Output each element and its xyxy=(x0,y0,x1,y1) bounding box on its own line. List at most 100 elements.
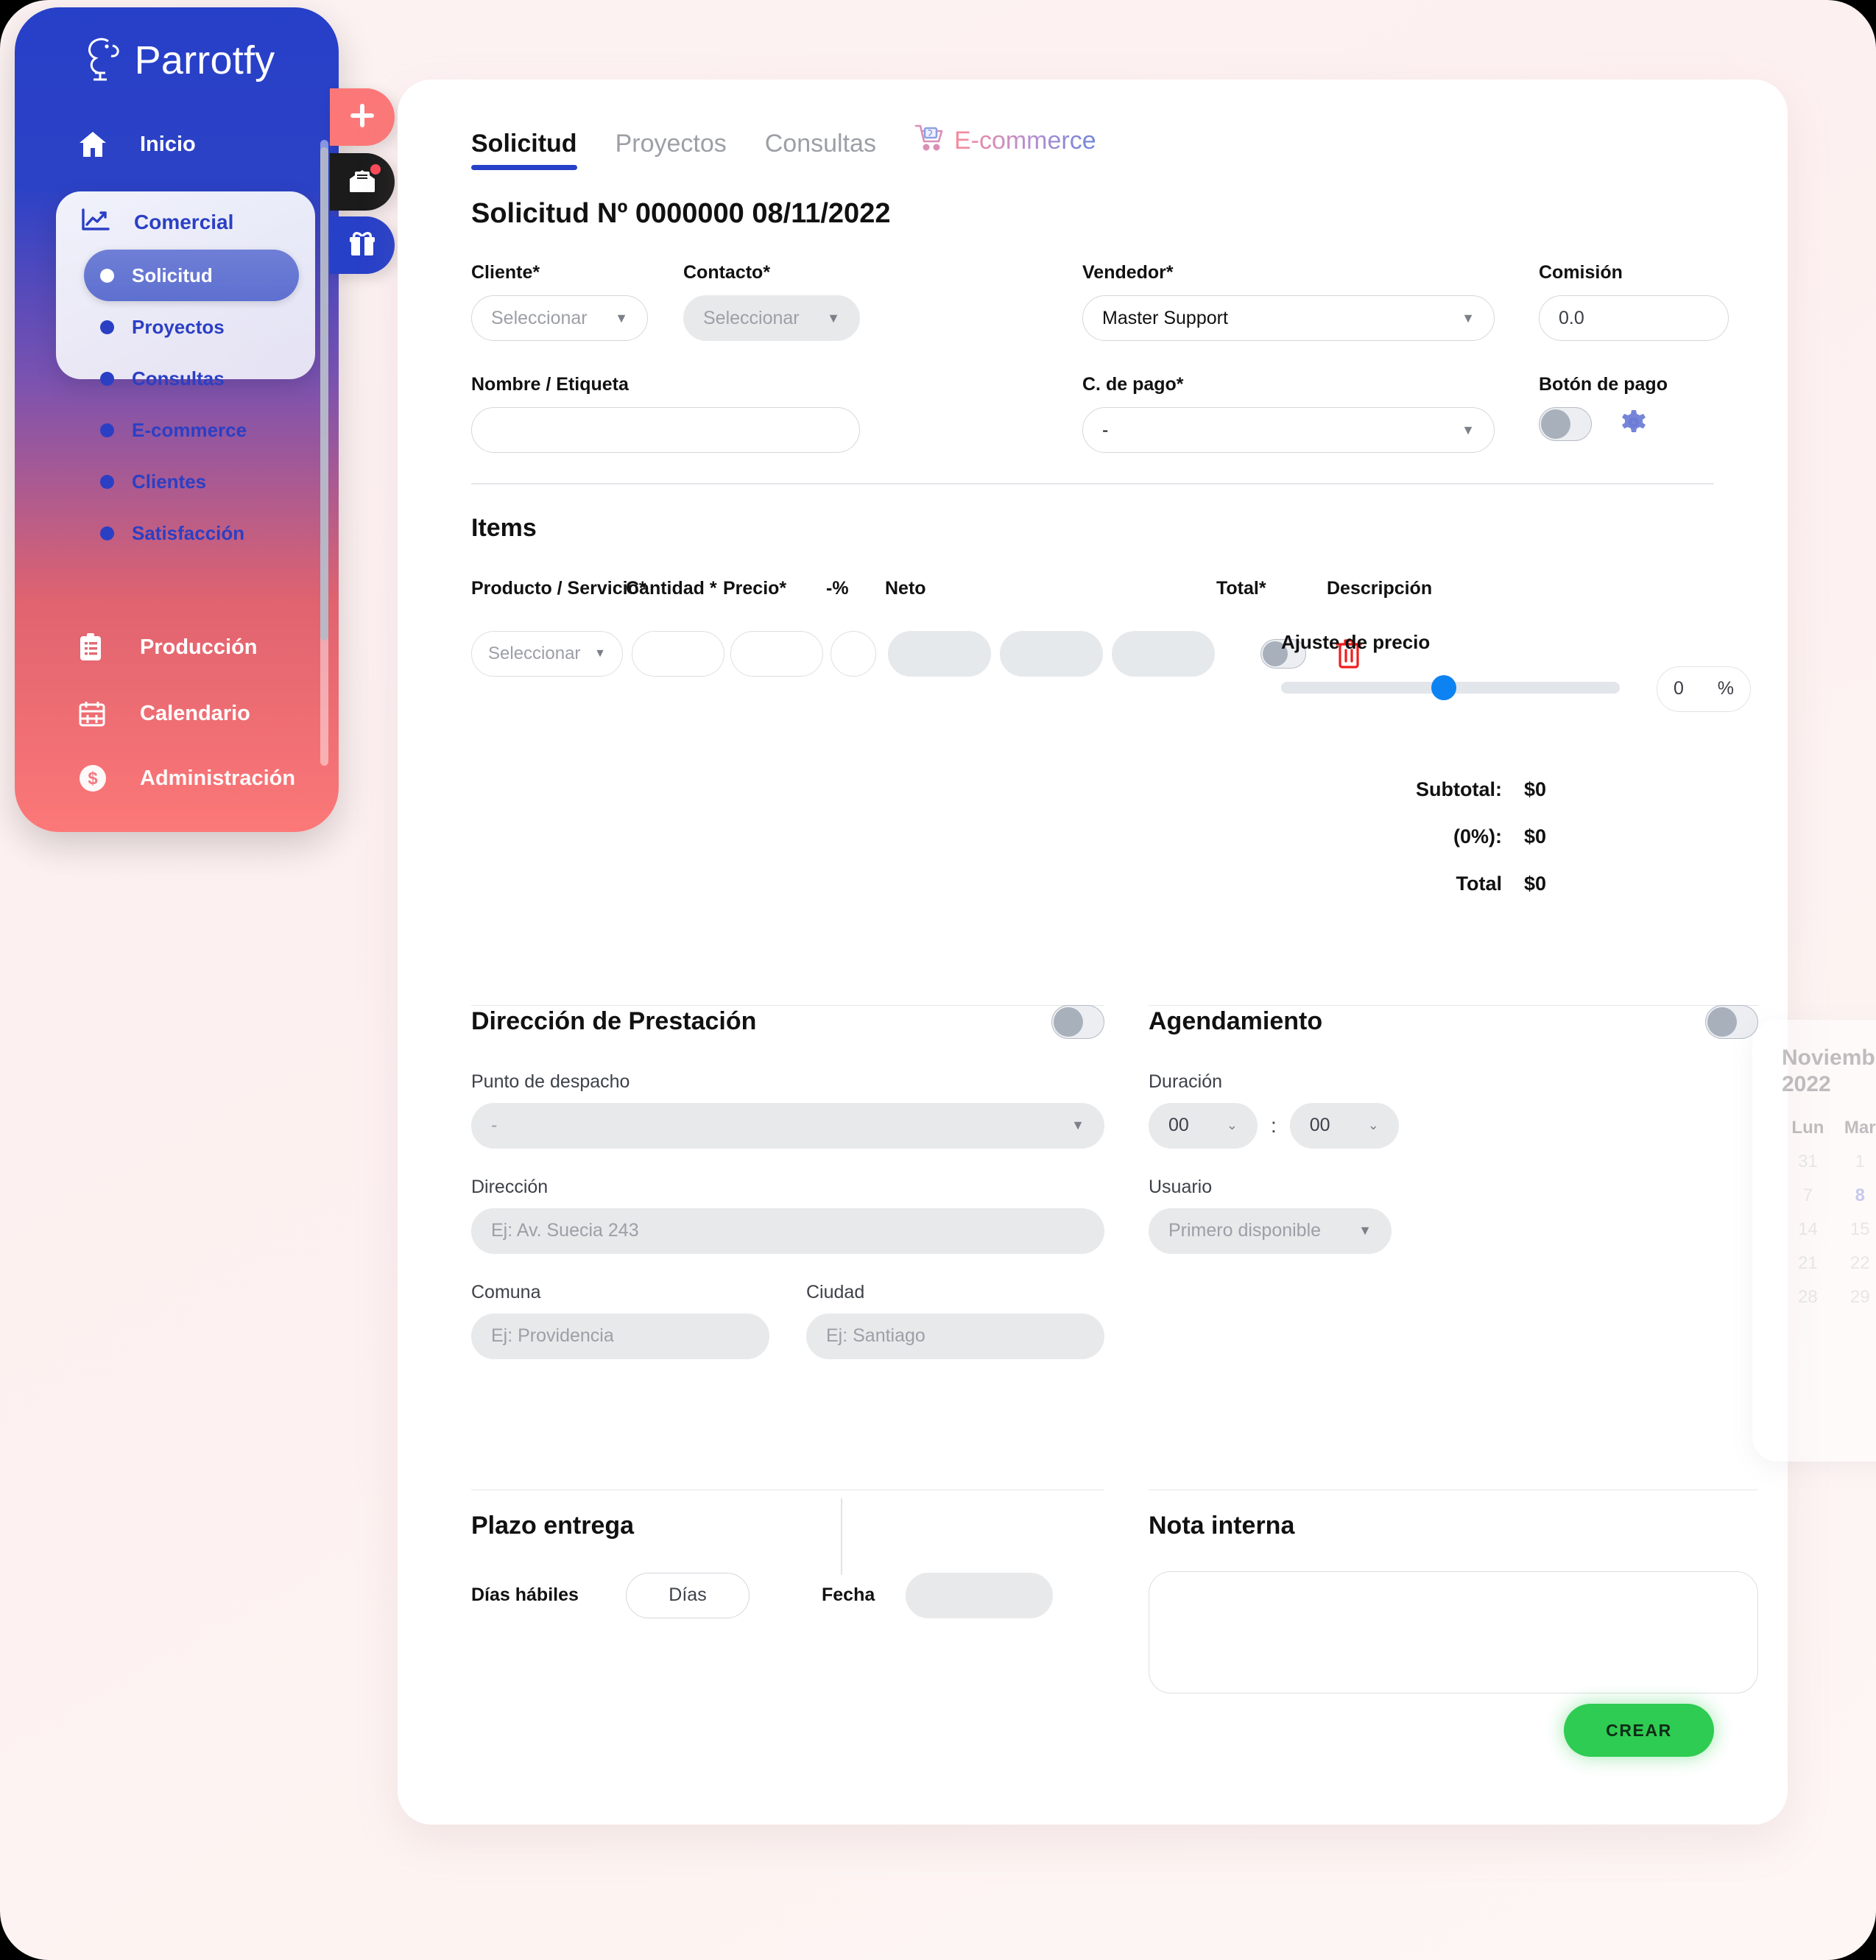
ajuste-precio-label: Ajuste de precio xyxy=(1281,630,1431,653)
sidebar-item-inicio[interactable]: Inicio xyxy=(15,116,339,173)
nota-interna-textarea[interactable] xyxy=(1149,1571,1758,1693)
vendedor-label: Vendedor* xyxy=(1082,262,1174,283)
sidebar-item-label: E-commerce xyxy=(132,418,247,441)
duracion-horas-select[interactable]: 00 ⌄ xyxy=(1149,1102,1258,1149)
descuento-input[interactable] xyxy=(831,630,876,677)
plazo-entrega-section: Plazo entrega Días hábiles Días Fecha xyxy=(471,1498,1104,1618)
chevron-down-icon: ▼ xyxy=(615,310,628,325)
chevron-down-icon: ▼ xyxy=(827,310,840,325)
calendar-day[interactable]: 31 xyxy=(1782,1152,1834,1172)
time-separator: : xyxy=(1271,1113,1277,1137)
divider xyxy=(841,1498,842,1575)
sidebar-item-solicitud[interactable]: Solicitud xyxy=(84,250,299,301)
calendar-day[interactable]: 21 xyxy=(1782,1253,1834,1274)
nota-interna-title: Nota interna xyxy=(1149,1511,1295,1540)
calendar-day[interactable]: 29 xyxy=(1834,1287,1876,1308)
ajuste-precio-slider[interactable] xyxy=(1281,674,1620,700)
condicion-pago-label: C. de pago* xyxy=(1082,374,1184,395)
fecha-input[interactable] xyxy=(906,1572,1054,1618)
notification-badge xyxy=(370,163,381,175)
condicion-pago-select[interactable]: - ▼ xyxy=(1082,407,1495,453)
gear-icon[interactable] xyxy=(1620,409,1648,440)
sidebar-item-satisfaccion[interactable]: Satisfacción xyxy=(84,507,299,559)
cantidad-input[interactable] xyxy=(632,630,724,677)
inbox-button[interactable] xyxy=(330,153,395,211)
comision-input[interactable]: 0.0 xyxy=(1539,295,1729,341)
usuario-label: Usuario xyxy=(1149,1176,1213,1197)
precio-input[interactable] xyxy=(730,630,823,677)
clipboard-icon xyxy=(78,632,116,662)
usuario-select[interactable]: Primero disponible ▼ xyxy=(1149,1208,1392,1254)
tab-consultas[interactable]: Consultas xyxy=(765,130,876,167)
home-icon xyxy=(78,130,116,158)
tab-proyectos[interactable]: Proyectos xyxy=(616,130,727,167)
tab-solicitud[interactable]: Solicitud xyxy=(471,130,577,170)
comuna-input[interactable]: Ej: Providencia xyxy=(471,1313,769,1359)
bullet-icon xyxy=(100,526,114,540)
ajuste-precio-input[interactable]: 0 % xyxy=(1657,666,1751,712)
gifts-button[interactable] xyxy=(330,216,395,274)
cliente-select[interactable]: Seleccionar ▼ xyxy=(471,295,648,341)
calendar-day[interactable]: 14 xyxy=(1782,1219,1834,1240)
sidebar-item-consultas[interactable]: Consultas xyxy=(84,353,299,404)
boton-pago-toggle[interactable] xyxy=(1539,407,1592,441)
sidebar-item-ecommerce[interactable]: E-commerce xyxy=(84,404,299,456)
app-root: Parrotfy Inicio Comercial Solicitud Proy… xyxy=(0,0,1876,1960)
vendedor-select[interactable]: Master Support ▼ xyxy=(1082,295,1495,341)
direccion-prestacion-toggle[interactable] xyxy=(1051,1004,1104,1039)
neto-total-value xyxy=(1000,630,1103,677)
calendar-day[interactable]: 15 xyxy=(1834,1219,1876,1240)
item-row: Seleccionar ▼ Ajuste de precio 0 % Subto… xyxy=(471,630,1751,895)
brand-logo[interactable]: Parrotfy xyxy=(15,34,339,86)
calendar-grid: LunMarMiéJueVieSábDom3112345678910111213… xyxy=(1782,1118,1876,1308)
dias-input[interactable]: Días xyxy=(626,1572,750,1618)
contacto-select[interactable]: Seleccionar ▼ xyxy=(683,295,860,341)
fecha-label: Fecha xyxy=(822,1584,875,1606)
request-form: Cliente* Seleccionar ▼ Contacto* Selecci… xyxy=(442,262,1743,476)
divider xyxy=(1149,1489,1758,1491)
agendamiento-toggle[interactable] xyxy=(1705,1004,1758,1039)
calendar-icon xyxy=(78,699,116,727)
sidebar-group-label: Comercial xyxy=(134,210,234,233)
calendar-dow: Lun xyxy=(1791,1117,1824,1138)
nombre-etiqueta-label: Nombre / Etiqueta xyxy=(471,374,629,395)
sidebar-item-produccion[interactable]: Producción xyxy=(15,618,258,676)
duracion-label: Duración xyxy=(1149,1071,1223,1092)
direccion-label: Dirección xyxy=(471,1176,549,1197)
sidebar-scrollbar[interactable] xyxy=(320,140,328,766)
sidebar-item-label: Calendario xyxy=(140,701,250,725)
calendar-day[interactable]: 1 xyxy=(1834,1152,1876,1172)
calendar-day[interactable]: 28 xyxy=(1782,1287,1834,1308)
ciudad-input[interactable]: Ej: Santiago xyxy=(806,1313,1104,1359)
calendar-day[interactable]: 8 xyxy=(1834,1185,1876,1206)
crear-button[interactable]: CREAR xyxy=(1564,1704,1714,1757)
add-button[interactable] xyxy=(330,88,395,146)
sidebar-item-proyectos[interactable]: Proyectos xyxy=(84,301,299,353)
sidebar-item-calendario[interactable]: Calendario xyxy=(15,685,250,742)
col-neto: Neto xyxy=(885,577,926,599)
calendar-day[interactable]: 22 xyxy=(1834,1253,1876,1274)
sidebar-group-comercial: Comercial Solicitud Proyectos Consultas … xyxy=(56,191,315,544)
calendar-widget[interactable]: Noviembre 2022 ‹ › LunMarMiéJueVieSábDom… xyxy=(1752,1019,1876,1462)
calendar-day[interactable]: 7 xyxy=(1782,1185,1834,1206)
gift-icon xyxy=(348,230,377,261)
punto-despacho-select[interactable]: - ▼ xyxy=(471,1102,1104,1149)
duracion-minutos-select[interactable]: 00 ⌄ xyxy=(1289,1102,1399,1149)
chevron-down-icon: ▼ xyxy=(1461,310,1475,325)
shopping-cart-icon xyxy=(914,124,945,158)
producto-select[interactable]: Seleccionar ▼ xyxy=(471,630,623,677)
nombre-etiqueta-input[interactable] xyxy=(471,407,860,453)
direccion-input[interactable]: Ej: Av. Suecia 243 xyxy=(471,1208,1104,1254)
sidebar-item-clientes[interactable]: Clientes xyxy=(84,456,299,507)
bullet-icon xyxy=(100,371,114,386)
sidebar-group-header[interactable]: Comercial xyxy=(56,191,315,236)
slider-handle[interactable] xyxy=(1431,674,1456,700)
main-card: Solicitud Proyectos Consultas E-commerce… xyxy=(398,80,1876,1825)
chevron-down-icon: ▼ xyxy=(1071,1118,1085,1133)
bullet-icon xyxy=(100,423,114,437)
bullet-icon xyxy=(100,268,114,283)
tab-ecommerce[interactable]: E-commerce xyxy=(914,124,1096,167)
tab-bar: Solicitud Proyectos Consultas E-commerce xyxy=(442,124,1743,170)
sidebar-item-administracion[interactable]: $ Administración xyxy=(15,750,295,807)
chevron-down-icon: ▼ xyxy=(1461,422,1475,437)
